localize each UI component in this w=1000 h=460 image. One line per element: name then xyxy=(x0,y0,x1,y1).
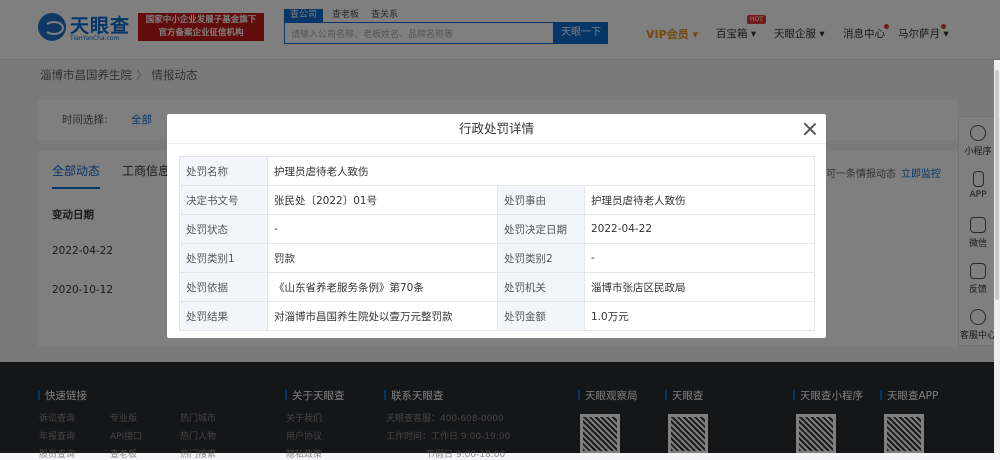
field-label: 处罚依据 xyxy=(179,272,268,302)
field-value: 1.0万元 xyxy=(583,301,816,331)
field-value: 护理员虐待老人致伤 xyxy=(266,156,816,186)
table-row: 处罚依据 《山东省养老服务条例》第70条 处罚机关 淄博市张店区民政局 xyxy=(179,272,816,302)
table-row: 决定书文号 张民处〔2022〕01号 处罚事由 护理员虐待老人致伤 xyxy=(179,185,816,215)
field-value: 2022-04-22 xyxy=(583,214,816,244)
field-label: 处罚金额 xyxy=(497,301,585,331)
field-label: 处罚状态 xyxy=(179,214,268,244)
table-row: 处罚名称 护理员虐待老人致伤 xyxy=(179,156,816,186)
field-value: 罚款 xyxy=(267,243,498,273)
field-value: 张民处〔2022〕01号 xyxy=(267,185,498,215)
penalty-detail-table: 处罚名称 护理员虐待老人致伤 决定书文号 张民处〔2022〕01号 处罚事由 护… xyxy=(179,156,816,331)
field-label: 处罚类别1 xyxy=(179,243,268,273)
field-label: 处罚机关 xyxy=(497,272,585,302)
scrollbar-thumb[interactable] xyxy=(995,70,999,300)
field-label: 处罚事由 xyxy=(497,185,585,215)
field-value: - xyxy=(267,214,498,244)
field-value: - xyxy=(583,243,816,273)
field-label: 处罚结果 xyxy=(179,301,268,331)
modal-title: 行政处罚详情 xyxy=(167,114,826,144)
field-value: 护理员虐待老人致伤 xyxy=(583,185,816,215)
field-value: 《山东省养老服务条例》第70条 xyxy=(267,272,498,302)
field-label: 处罚类别2 xyxy=(497,243,585,273)
close-icon[interactable] xyxy=(801,120,819,138)
table-row: 处罚结果 对淄博市昌国养生院处以壹万元整罚款 处罚金额 1.0万元 xyxy=(179,301,816,331)
field-label: 处罚决定日期 xyxy=(497,214,585,244)
penalty-detail-modal: 行政处罚详情 处罚名称 护理员虐待老人致伤 决定书文号 张民处〔2022〕01号… xyxy=(167,114,826,338)
table-row: 处罚类别1 罚款 处罚类别2 - xyxy=(179,243,816,273)
table-row: 处罚状态 - 处罚决定日期 2022-04-22 xyxy=(179,214,816,244)
field-value: 对淄博市昌国养生院处以壹万元整罚款 xyxy=(267,301,498,331)
field-label: 决定书文号 xyxy=(179,185,268,215)
field-value: 淄博市张店区民政局 xyxy=(583,272,816,302)
field-label: 处罚名称 xyxy=(179,156,268,186)
